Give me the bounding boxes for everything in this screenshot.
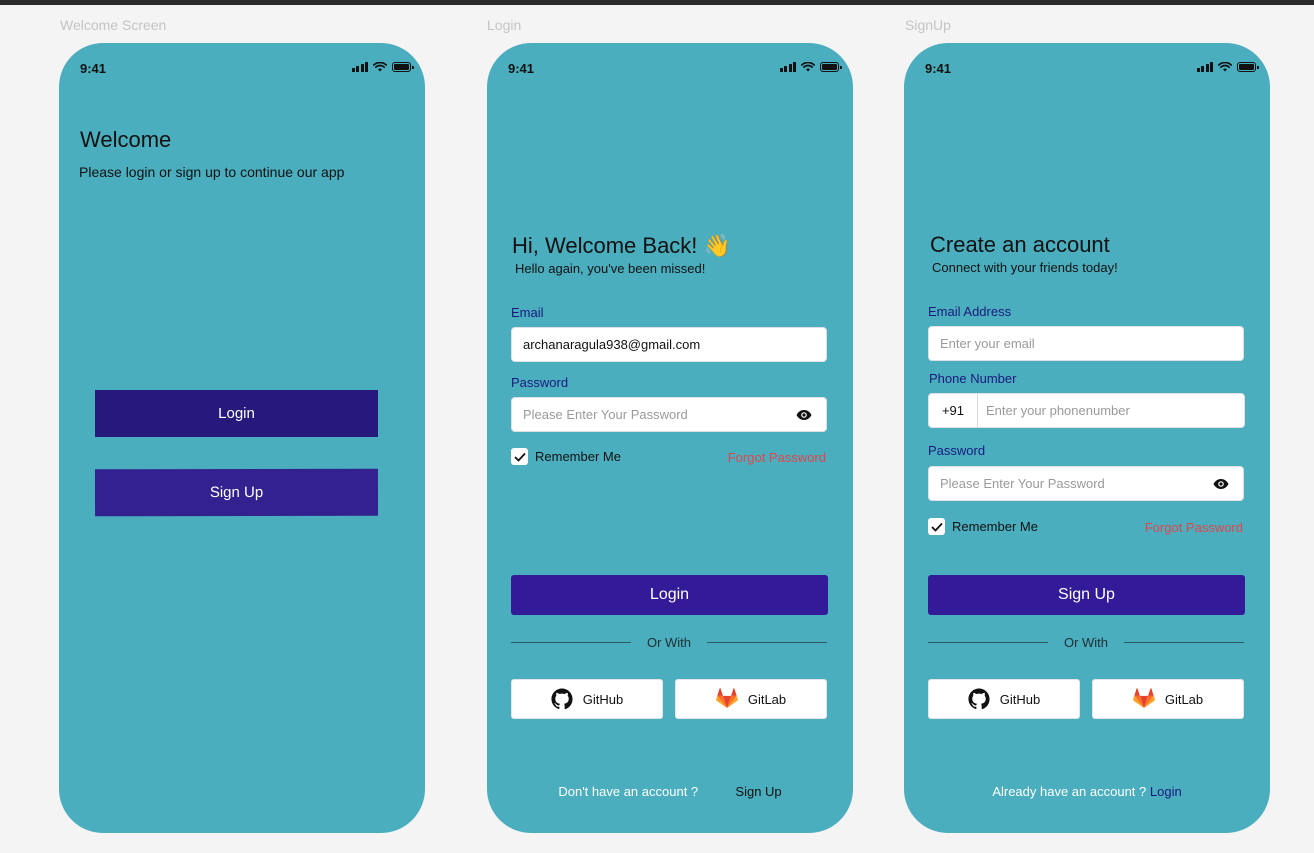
github-button[interactable]: GitHub	[511, 679, 663, 719]
signup-remember-label: Remember Me	[952, 519, 1038, 534]
welcome-signup-button[interactable]: Sign Up	[94, 468, 379, 517]
signup-forgot-password-link[interactable]: Forgot Password	[1145, 520, 1243, 535]
status-icons	[1196, 62, 1259, 72]
battery-icon	[820, 62, 842, 72]
wifi-icon	[373, 62, 387, 72]
eye-icon[interactable]	[1213, 477, 1229, 491]
welcome-subtitle: Please login or sign up to continue our …	[79, 164, 345, 180]
signup-or-with-divider: Or With	[928, 634, 1244, 650]
login-button[interactable]: Login	[511, 575, 828, 615]
or-with-text: Or With	[646, 634, 692, 650]
frame-label-signup: SignUp	[905, 17, 951, 33]
or-with-divider: Or With	[511, 634, 827, 650]
login-footer: Don't have an account ? Sign Up	[487, 784, 853, 799]
signup-gitlab-button[interactable]: GitLab	[1092, 679, 1244, 719]
gitlab-button[interactable]: GitLab	[675, 679, 827, 719]
signup-remember-checkbox[interactable]	[928, 518, 945, 535]
status-icons	[779, 62, 842, 72]
email-label: Email	[511, 305, 544, 320]
remember-label: Remember Me	[535, 449, 621, 464]
phone-field[interactable]: +91 Enter your phonenumber	[928, 393, 1245, 428]
wifi-icon	[801, 62, 815, 72]
signup-remember-me[interactable]: Remember Me	[928, 518, 1038, 535]
signup-subtitle: Connect with your friends today!	[932, 260, 1118, 275]
password-field[interactable]: Please Enter Your Password	[511, 397, 827, 432]
signup-screen: 9:41 Create an account Connect with your…	[904, 43, 1270, 833]
status-time: 9:41	[508, 61, 535, 76]
signup-password-placeholder: Please Enter Your Password	[940, 476, 1105, 491]
wifi-icon	[1218, 62, 1232, 72]
password-label: Password	[511, 375, 569, 390]
eye-icon[interactable]	[796, 408, 812, 422]
signup-title: Create an account	[930, 232, 1110, 257]
signup-password-field[interactable]: Please Enter Your Password	[928, 466, 1244, 501]
check-icon	[930, 522, 943, 532]
signup-or-with-text: Or With	[1063, 634, 1109, 650]
signup-password-label: Password	[928, 443, 986, 458]
gitlab-icon	[1132, 688, 1155, 709]
forgot-password-link[interactable]: Forgot Password	[728, 450, 826, 465]
password-placeholder: Please Enter Your Password	[523, 407, 688, 422]
github-icon	[968, 688, 990, 710]
signup-gitlab-label: GitLab	[1164, 691, 1204, 707]
welcome-screen: 9:41 Welcome Please login or sign up to …	[59, 43, 425, 833]
email-field[interactable]: archanaragula938@gmail.com	[511, 327, 827, 362]
signup-button[interactable]: Sign Up	[928, 575, 1245, 615]
top-bar	[0, 0, 1314, 5]
frame-label-welcome: Welcome Screen	[60, 17, 167, 33]
github-label: GitHub	[582, 691, 624, 707]
email-placeholder: Enter your email	[940, 336, 1035, 351]
email-address-label: Email Address	[928, 304, 1012, 319]
login-screen: 9:41 Hi, Welcome Back! 👋 Hello again, yo…	[487, 43, 853, 833]
signal-icon	[1196, 62, 1213, 72]
welcome-title: Welcome	[80, 127, 172, 152]
github-icon	[551, 688, 573, 710]
remember-checkbox[interactable]	[511, 448, 528, 465]
signup-footer-text: Already have an account ?	[992, 784, 1147, 799]
frame-label-login: Login	[487, 17, 522, 33]
signal-icon	[779, 62, 796, 72]
status-time: 9:41	[80, 61, 107, 76]
status-icons	[351, 62, 414, 72]
login-subtitle: Hello again, you've been missed!	[515, 261, 706, 276]
battery-icon	[1237, 62, 1259, 72]
signup-github-label: GitHub	[999, 691, 1041, 707]
welcome-login-button[interactable]: Login	[95, 390, 378, 437]
signup-link[interactable]: Sign Up	[735, 784, 781, 799]
signup-github-button[interactable]: GitHub	[928, 679, 1080, 719]
gitlab-icon	[715, 688, 738, 709]
remember-me[interactable]: Remember Me	[511, 448, 621, 465]
signup-email-field[interactable]: Enter your email	[928, 326, 1244, 361]
battery-icon	[392, 62, 414, 72]
login-link[interactable]: Login	[1150, 784, 1182, 799]
phone-label: Phone Number	[929, 371, 1017, 386]
footer-text: Don't have an account ?	[558, 784, 699, 799]
email-value: archanaragula938@gmail.com	[523, 337, 701, 352]
check-icon	[513, 452, 526, 462]
signal-icon	[351, 62, 368, 72]
phone-placeholder: Enter your phonenumber	[986, 403, 1130, 418]
login-title: Hi, Welcome Back! 👋	[512, 233, 731, 258]
country-code[interactable]: +91	[929, 394, 978, 427]
signup-footer: Already have an account ? Login	[904, 784, 1270, 799]
gitlab-label: GitLab	[747, 691, 787, 707]
status-time: 9:41	[925, 61, 952, 76]
